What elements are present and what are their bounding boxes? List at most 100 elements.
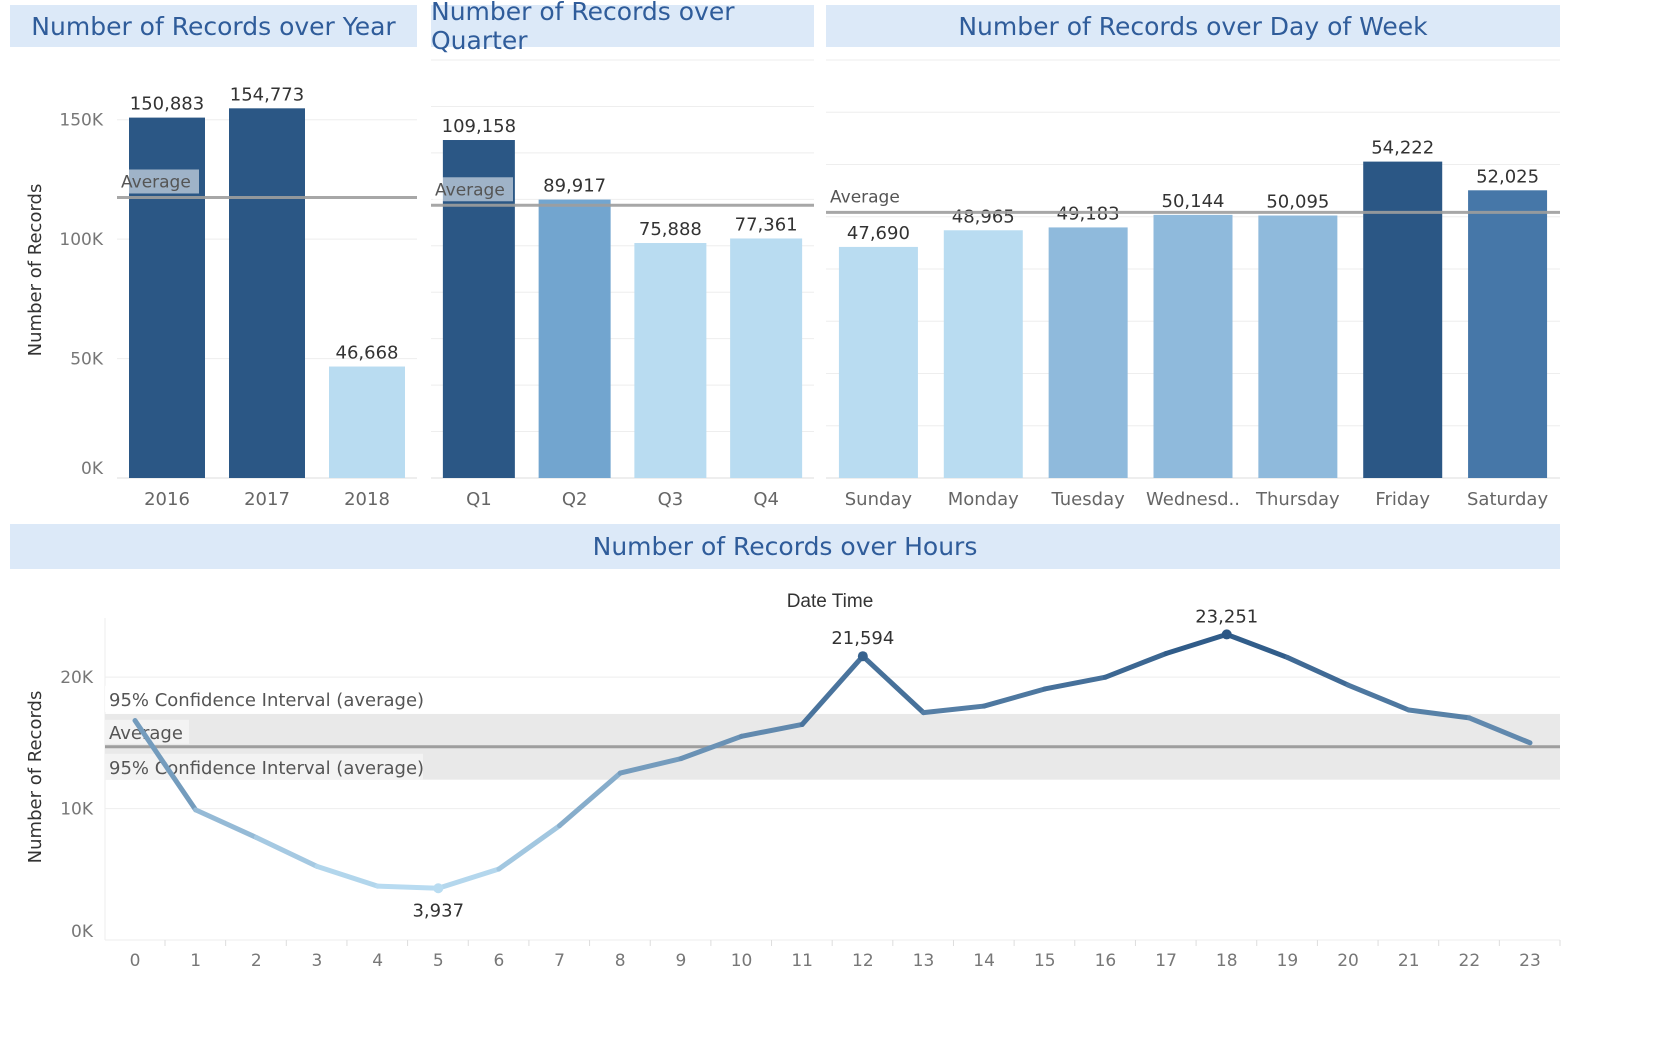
hours-line-segment — [1345, 682, 1412, 713]
hours-y-axis-label: Number of Records — [25, 691, 46, 864]
hours-x-tick-label: 5 — [433, 951, 444, 971]
hours-line-segment — [1042, 674, 1108, 692]
dow-value-label: 48,965 — [952, 206, 1015, 227]
hours-line-segment — [435, 866, 502, 891]
hours-x-tick-label: 17 — [1155, 951, 1177, 971]
dow-average-label: Average — [830, 187, 900, 207]
year-y-tick: 50K — [70, 350, 104, 370]
year-y-axis-label: Number of Records — [25, 184, 46, 357]
hours-line-segment — [1163, 631, 1230, 656]
hours-point-label: 23,251 — [1195, 606, 1258, 627]
hours-line-segment — [375, 883, 441, 891]
hours-x-tick-label: 13 — [913, 951, 935, 971]
year-y-tick: 150K — [59, 111, 103, 131]
quarter-bar-q4 — [730, 238, 803, 478]
year-value-label: 46,668 — [336, 343, 399, 364]
hours-x-tick-label: 4 — [372, 951, 383, 971]
hours-line-segment — [193, 807, 259, 840]
hours-x-tick-label: 20 — [1337, 951, 1359, 971]
hours-line-segment — [860, 653, 926, 716]
quarter-value-label: 109,158 — [442, 116, 516, 137]
dow-bar-wednesd — [1153, 214, 1233, 478]
year-average-label: Average — [121, 172, 191, 192]
year-category-label: 2018 — [344, 489, 390, 510]
quarter-value-label: 89,917 — [543, 176, 606, 197]
dow-bar-saturday — [1468, 190, 1548, 478]
dow-bar-monday — [943, 230, 1023, 478]
hours-x-tick-label: 18 — [1216, 951, 1238, 971]
hours-x-tick-label: 7 — [554, 951, 565, 971]
hours-x-tick-label: 6 — [493, 951, 504, 971]
year-y-tick: 100K — [59, 230, 103, 250]
dashboard-charts: 150,8832016154,773201746,6682018Average1… — [25, 59, 1561, 971]
hours-x-tick-label: 9 — [675, 951, 686, 971]
quarter-category-label: Q2 — [562, 489, 588, 510]
hours-y-tick: 0K — [71, 922, 94, 942]
hours-x-tick-label: 2 — [251, 951, 262, 971]
year-value-label: 150,883 — [130, 94, 204, 115]
hours-line-segment — [314, 863, 381, 889]
quarter-value-label: 75,888 — [639, 219, 702, 240]
year-category-label: 2017 — [244, 489, 290, 510]
quarter-value-label: 77,361 — [735, 214, 798, 235]
year-value-label: 154,773 — [230, 84, 304, 105]
hours-line-segment — [253, 834, 320, 869]
dow-category-label: Friday — [1375, 489, 1430, 510]
hours-line-segment — [496, 823, 563, 872]
quarter-category-label: Q1 — [466, 489, 492, 510]
year-y-tick: 0K — [81, 459, 104, 479]
hours-x-tick-label: 15 — [1034, 951, 1056, 971]
hours-point-label: 3,937 — [412, 900, 464, 921]
hours-ci-lower-label: 95% Confidence Interval (average) — [109, 758, 424, 779]
hours-x-tick-label: 19 — [1277, 951, 1299, 971]
quarter-category-label: Q3 — [658, 489, 684, 510]
quarter-category-label: Q4 — [753, 489, 779, 510]
hours-x-tick-label: 10 — [731, 951, 753, 971]
quarter-bar-q3 — [634, 243, 707, 478]
hours-line-segment — [557, 770, 623, 829]
hours-line-segment — [1224, 631, 1290, 660]
dow-value-label: 54,222 — [1371, 138, 1434, 159]
dow-value-label: 52,025 — [1476, 166, 1539, 187]
dow-category-label: Tuesday — [1051, 489, 1126, 510]
year-category-label: 2016 — [144, 489, 190, 510]
dow-value-label: 50,095 — [1266, 192, 1329, 213]
hours-x-tick-label: 1 — [190, 951, 201, 971]
hours-x-tick-label: 0 — [130, 951, 141, 971]
hours-data-point — [433, 883, 444, 894]
dow-bar-sunday — [838, 246, 918, 478]
hours-y-tick: 20K — [60, 668, 94, 688]
hours-data-point — [857, 651, 868, 662]
hours-point-label: 21,594 — [831, 628, 894, 649]
year-bar-2018 — [329, 366, 405, 478]
quarter-bar-q2 — [538, 199, 611, 478]
hours-x-tick-label: 11 — [791, 951, 813, 971]
hours-line-segment — [920, 703, 987, 716]
hours-line-segment — [1102, 650, 1169, 680]
hours-x-tick-label: 23 — [1519, 951, 1541, 971]
hours-x-tick-label: 12 — [852, 951, 874, 971]
dow-bar-thursday — [1258, 215, 1338, 478]
hours-x-tick-label: 8 — [615, 951, 626, 971]
hours-line-segment — [1284, 654, 1351, 688]
dow-category-label: Monday — [948, 489, 1019, 510]
hours-data-point — [1221, 629, 1232, 640]
hours-line-segment — [981, 686, 1048, 709]
dow-category-label: Thursday — [1255, 489, 1340, 510]
hours-y-tick: 10K — [60, 800, 94, 820]
hours-header-label: Date Time — [787, 591, 874, 612]
dow-bar-tuesday — [1048, 227, 1128, 478]
year-bar-2017 — [229, 108, 305, 479]
hours-x-tick-label: 22 — [1459, 951, 1481, 971]
hours-x-tick-label: 14 — [973, 951, 995, 971]
dow-category-label: Sunday — [845, 489, 913, 510]
dow-category-label: Wednesd.. — [1146, 489, 1240, 510]
hours-x-tick-label: 16 — [1095, 951, 1117, 971]
dow-value-label: 47,690 — [847, 223, 910, 244]
dow-bar-friday — [1363, 161, 1443, 478]
hours-x-tick-label: 21 — [1398, 951, 1420, 971]
dow-value-label: 49,183 — [1057, 203, 1120, 224]
dow-category-label: Saturday — [1467, 489, 1548, 510]
dow-value-label: 50,144 — [1162, 191, 1225, 212]
quarter-average-label: Average — [435, 180, 505, 200]
